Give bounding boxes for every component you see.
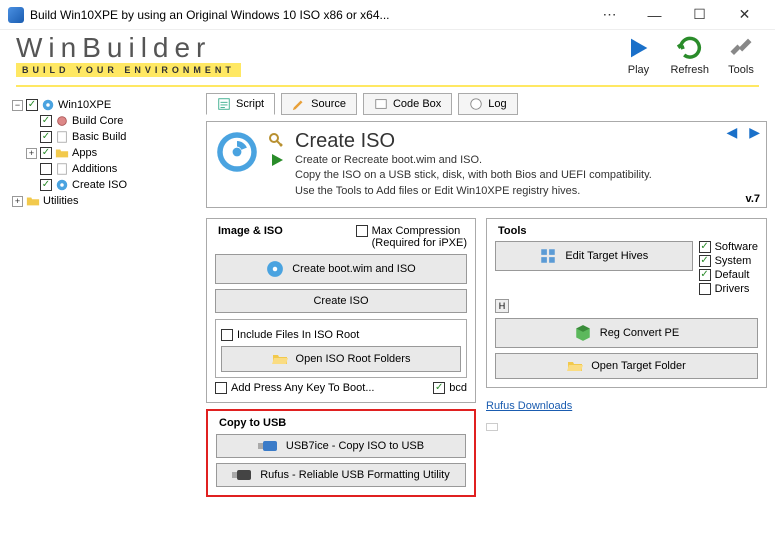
create-iso-button[interactable]: Create ISO [215,289,467,313]
gear-icon [55,114,69,128]
h-button[interactable]: H [495,299,509,313]
code-icon [374,97,388,111]
next-arrow[interactable]: ▶ [749,124,760,141]
empty-box [486,423,498,431]
folder-icon [55,146,69,160]
tree-root[interactable]: − ✓ Win10XPE [12,97,194,113]
key-icon[interactable] [269,133,285,149]
collapse-icon[interactable]: − [12,100,23,111]
refresh-button[interactable]: Refresh [670,34,709,76]
expand-icon[interactable]: + [26,148,37,159]
hero-line3: Use the Tools to Add files or Edit Win10… [295,184,758,199]
tools-group: Tools Edit Target Hives ✓Software ✓Syste… [486,218,767,388]
disc-icon [266,260,284,278]
folder-open-icon [272,352,288,366]
window-title: Build Win10XPE by using an Original Wind… [30,8,587,22]
checkbox[interactable]: ✓ [40,147,52,159]
include-root-checkbox[interactable] [221,329,233,341]
tab-log[interactable]: Log [458,93,517,115]
header: WinBuilder BUILD YOUR ENVIRONMENT Play R… [0,30,775,85]
play-small-icon[interactable] [269,152,285,168]
open-root-button[interactable]: Open ISO Root Folders [221,346,461,372]
create-boot-button[interactable]: Create boot.wim and ISO [215,254,467,284]
hero-line2: Copy the ISO on a USB stick, disk, with … [295,168,758,183]
checkbox[interactable]: ✓ [40,179,52,191]
tab-bar: Script Source Code Box Log [206,93,767,115]
bcd-checkbox[interactable]: ✓ [433,382,445,394]
logo-subtitle: BUILD YOUR ENVIRONMENT [16,63,241,77]
system-checkbox[interactable]: ✓ [699,255,711,267]
tree-view[interactable]: − ✓ Win10XPE ✓Build Core ✓Basic Build +✓… [8,93,198,497]
copy-usb-group: Copy to USB USB7ice - Copy ISO to USB Ru… [206,409,476,497]
tree-item[interactable]: Additions [26,161,194,177]
default-checkbox[interactable]: ✓ [699,269,711,281]
max-compression-checkbox[interactable] [356,225,368,237]
tab-codebox[interactable]: Code Box [363,93,452,115]
registry-icon [539,247,557,265]
play-icon [624,34,652,62]
disc-icon [41,98,55,112]
disc-icon [55,178,69,192]
tree-item[interactable]: ✓Create ISO [26,177,194,193]
titlebar: Build Win10XPE by using an Original Wind… [0,0,775,30]
cd-icon [215,130,259,174]
usb-icon [232,469,252,481]
folder-icon [26,194,40,208]
play-button[interactable]: Play [624,34,652,76]
press-key-checkbox[interactable] [215,382,227,394]
pencil-icon [292,97,306,111]
close-button[interactable]: ✕ [722,1,767,29]
cube-icon [574,324,592,342]
logo-text: WinBuilder [16,32,241,64]
tree-item[interactable]: ✓Build Core [26,113,194,129]
hero-line1: Create or Recreate boot.wim and ISO. [295,153,758,168]
log-icon [469,97,483,111]
open-target-button[interactable]: Open Target Folder [495,353,758,379]
hero-panel: Create ISO Create or Recreate boot.wim a… [206,121,767,208]
script-icon [217,97,231,111]
expand-icon[interactable]: + [12,196,23,207]
checkbox[interactable]: ✓ [26,99,38,111]
page-icon [55,130,69,144]
overflow-button[interactable]: ⋯ [587,1,632,29]
rufus-link[interactable]: Rufus Downloads [486,400,572,412]
software-checkbox[interactable]: ✓ [699,241,711,253]
usb-icon [258,440,278,452]
app-icon [8,7,24,23]
tools-icon [727,34,755,62]
hero-title: Create ISO [295,130,758,153]
minimize-button[interactable]: — [632,1,677,29]
folder-open-icon [567,359,583,373]
version-label: v.7 [746,193,760,205]
tab-source[interactable]: Source [281,93,357,115]
checkbox[interactable]: ✓ [40,131,52,143]
page-icon [55,162,69,176]
reg-convert-button[interactable]: Reg Convert PE [495,318,758,348]
checkbox[interactable] [40,163,52,175]
tab-script[interactable]: Script [206,93,275,115]
tree-item[interactable]: +✓Apps [26,145,194,161]
drivers-checkbox[interactable] [699,283,711,295]
edit-hives-button[interactable]: Edit Target Hives [495,241,693,271]
prev-arrow[interactable]: ◀ [726,124,737,141]
tools-button[interactable]: Tools [727,34,755,76]
maximize-button[interactable]: ☐ [677,1,722,29]
tree-item[interactable]: ✓Basic Build [26,129,194,145]
tree-utilities[interactable]: + Utilities [12,193,194,209]
image-iso-group: Image & ISO Max Compression (Required fo… [206,218,476,403]
refresh-icon [676,34,704,62]
checkbox[interactable]: ✓ [40,115,52,127]
rufus-button[interactable]: Rufus - Reliable USB Formatting Utility [216,463,466,487]
usb7ice-button[interactable]: USB7ice - Copy ISO to USB [216,434,466,458]
